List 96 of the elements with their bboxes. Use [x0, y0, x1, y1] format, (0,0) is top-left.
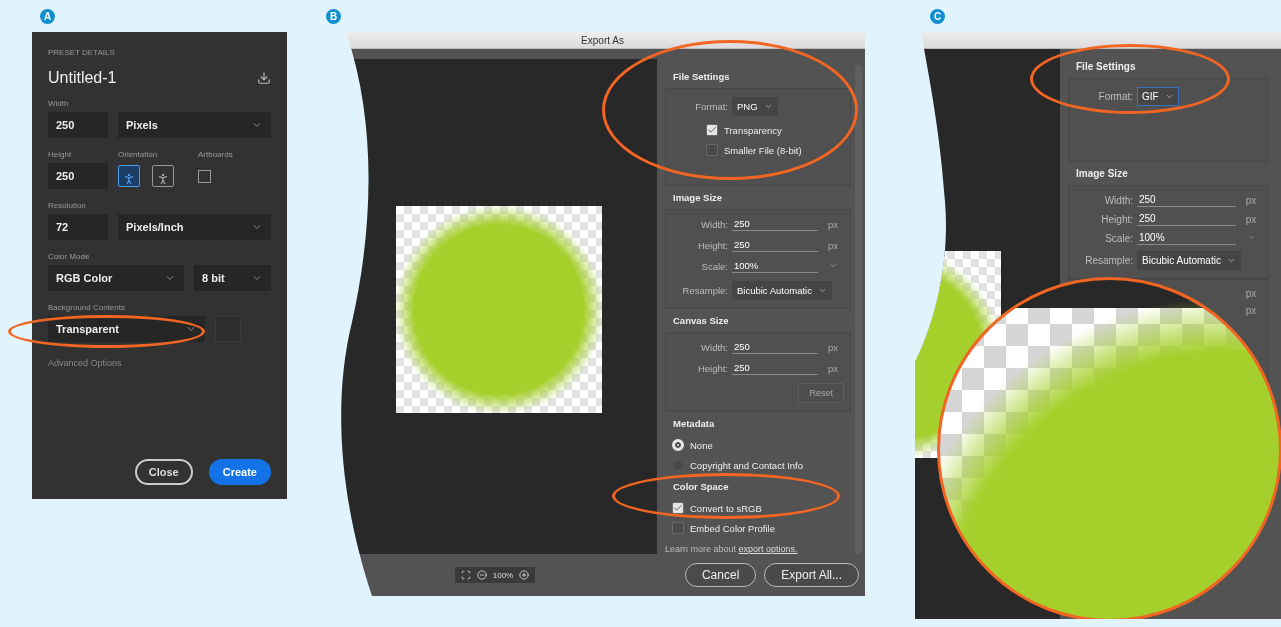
field-label: Height:: [696, 240, 728, 251]
unit-label: px: [1244, 195, 1258, 206]
field-label: Color Mode: [48, 252, 90, 261]
save-preset-icon: [257, 71, 271, 85]
field-label: Resample:: [681, 285, 728, 296]
chevron-icon: [828, 261, 838, 270]
checkbox-label: Embed Color Profile: [690, 522, 775, 534]
unit-dropdown[interactable]: Pixels/Inch: [118, 214, 271, 240]
format-dropdown[interactable]: PNG: [732, 97, 778, 116]
field-label: Width:: [1103, 195, 1133, 206]
field-label: Height:: [1100, 214, 1133, 225]
field-label: Orientation: [118, 150, 159, 159]
advanced-options-link[interactable]: Advanced Options: [48, 358, 271, 368]
field-label: Background Contents: [48, 303, 125, 312]
checkbox-label: Transparency: [724, 124, 782, 136]
artboards-checkbox[interactable]: [198, 169, 211, 183]
unit-label: px: [1244, 214, 1258, 225]
format-dropdown[interactable]: GIF: [1137, 87, 1179, 106]
input-field[interactable]: 250: [1137, 213, 1236, 226]
document-name[interactable]: Untitled-1: [48, 69, 117, 87]
background-dropdown[interactable]: Transparent: [48, 316, 205, 342]
input-field[interactable]: 250: [732, 341, 818, 354]
input-field[interactable]: 250: [732, 239, 818, 252]
section-title: Image Size: [1075, 168, 1129, 179]
chevron-icon: [818, 286, 827, 295]
panel-badge: C: [930, 9, 945, 24]
field-label: Width:: [700, 342, 728, 353]
checkbox[interactable]: [706, 144, 718, 156]
field-label: Resolution: [48, 201, 86, 210]
person-icon: [156, 172, 170, 186]
field-label: Format:: [1097, 91, 1133, 102]
field-label: Height: [48, 150, 73, 159]
unit-label: px: [826, 240, 839, 251]
panel-badge: B: [326, 9, 341, 24]
section-title: Image Size: [672, 192, 724, 203]
section-title: Color Space: [672, 481, 730, 492]
chevron-icon: [763, 102, 773, 111]
field-label: Width:: [700, 219, 728, 230]
section-title: File Settings: [672, 71, 731, 82]
panel-badge: A: [40, 9, 55, 24]
width-field[interactable]: 250: [48, 112, 108, 138]
dialog-button[interactable]: Create: [208, 459, 271, 485]
radio-label: Copyright and Contact Info: [690, 459, 803, 471]
section-title: Canvas Size: [672, 315, 730, 326]
checkbox[interactable]: [672, 502, 684, 514]
scrollbar[interactable]: [855, 65, 862, 554]
field-label: Width: [48, 99, 69, 108]
radio-label: None: [690, 439, 713, 451]
chevron-icon: [1246, 233, 1256, 242]
field-label: Format:: [694, 101, 728, 112]
zoom-in-icon: [519, 570, 530, 580]
checkbox-label: Convert to sRGB: [690, 502, 762, 514]
unit-label: px: [826, 342, 839, 353]
section-title: Metadata: [672, 418, 716, 429]
unit-label: px: [826, 219, 839, 230]
scale-field[interactable]: 100%: [732, 260, 818, 273]
input-field[interactable]: 250: [1137, 194, 1236, 207]
unit-dropdown[interactable]: Pixels: [118, 112, 271, 138]
field-label: Artboards: [198, 150, 234, 159]
field-label: Resample:: [1084, 255, 1133, 266]
chevron-icon: [1226, 256, 1236, 265]
bit-depth-dropdown[interactable]: 8 bit: [194, 265, 271, 291]
chevron-icon: [1164, 92, 1174, 101]
check-icon: [707, 125, 717, 135]
dialog-button[interactable]: Export All...: [764, 563, 859, 587]
field-label: Scale:: [1104, 233, 1133, 244]
check-icon: [673, 503, 683, 513]
unit-label: px: [826, 363, 839, 374]
zoom-level: 100%: [492, 570, 514, 580]
section-title: PRESET DETAILS: [48, 48, 115, 57]
section-title: File Settings: [1075, 61, 1137, 72]
help-text: Learn more about export options.: [665, 544, 799, 554]
checkbox[interactable]: [672, 522, 684, 534]
zoom-out-icon: [476, 570, 487, 580]
input-field[interactable]: 250: [732, 362, 818, 375]
format-dropdown[interactable]: Bicubic Automatic: [732, 281, 832, 300]
field-label: Height:: [696, 363, 728, 374]
person-icon: [122, 172, 136, 186]
dialog-button[interactable]: Cancel: [684, 563, 757, 587]
orientation-button[interactable]: [118, 165, 140, 187]
orientation-button[interactable]: [152, 165, 174, 187]
fit-icon: [460, 570, 471, 580]
unit-label: px: [1244, 305, 1258, 316]
unit-label: px: [1244, 288, 1258, 299]
input-field[interactable]: 250: [732, 218, 818, 231]
format-dropdown[interactable]: Bicubic Automatic: [1137, 251, 1241, 270]
export-options-link[interactable]: export options.: [738, 544, 798, 554]
color-mode-dropdown[interactable]: RGB Color: [48, 265, 184, 291]
window-title: Export As: [581, 34, 624, 46]
checkbox-label: Smaller File (8-bit): [724, 144, 802, 156]
dialog-button[interactable]: Close: [134, 459, 193, 485]
height-field[interactable]: 250: [48, 163, 108, 189]
field-label: Scale:: [700, 261, 728, 272]
checkbox[interactable]: [706, 124, 718, 136]
resolution-field[interactable]: 72: [48, 214, 108, 240]
scale-field[interactable]: 100%: [1137, 232, 1236, 245]
